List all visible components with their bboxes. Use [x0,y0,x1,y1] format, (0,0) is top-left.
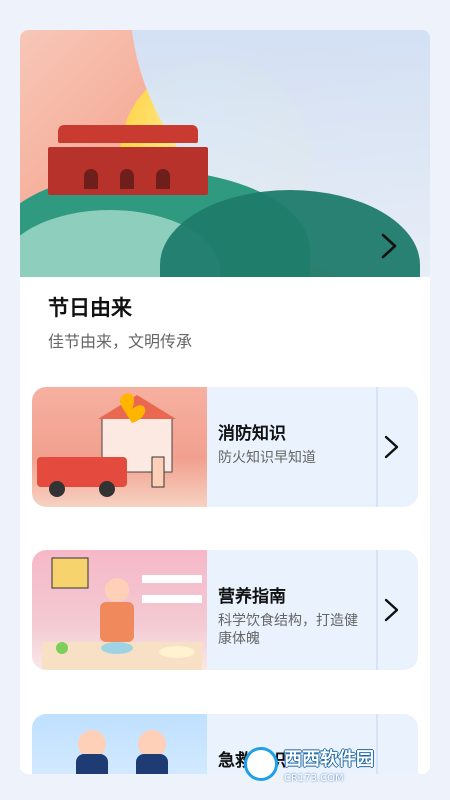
fire-fighting-illustration [32,387,207,507]
first-aid-illustration [32,714,207,774]
watermark-url: CR173.COM [284,772,344,784]
watermark: 西西软件园 CR173.COM [244,744,424,784]
chevron-right-icon[interactable] [378,596,404,624]
nutrition-kitchen-illustration [32,550,207,670]
card-nutrition-guide[interactable]: 营养指南 科学饮食结构，打造健康体魄 [32,550,418,670]
tiananmen-illustration [48,125,208,195]
hero-banner[interactable] [20,30,430,277]
watermark-logo-icon [244,747,278,781]
watermark-name: 西西软件园 [284,748,374,770]
card-title: 营养指南 [218,587,286,607]
card-subtitle: 防火知识早知道 [218,450,316,466]
chevron-right-icon[interactable] [378,433,404,461]
card-fire-knowledge[interactable]: 消防知识 防火知识早知道 [32,387,418,507]
chevron-right-icon[interactable] [372,230,404,262]
hero-subtitle: 佳节由来，文明传承 [48,332,193,351]
card-subtitle: 科学饮食结构，打造健康体魄 [218,613,358,647]
content-panel: 节日由来 佳节由来，文明传承 消防知识 防火知识早知道 营养指南 科学饮食结构，… [20,30,430,774]
hero-title: 节日由来 [48,296,132,320]
card-title: 消防知识 [218,424,286,444]
